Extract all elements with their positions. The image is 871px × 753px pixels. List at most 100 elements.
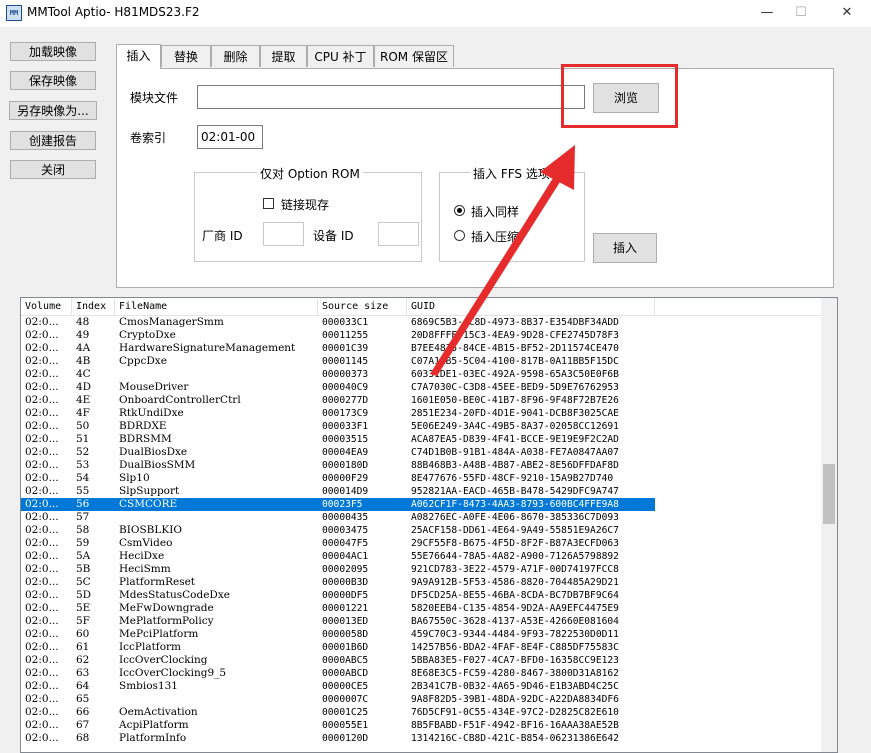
table-row[interactable]: 02:0... 57 00000435 A08276EC-A0FE-4E06-8670… — [21, 511, 821, 524]
table-row[interactable]: 02:0... 5E MeFwDowngrade 00001221 5820EEB4-C… — [21, 602, 821, 615]
table-row[interactable]: 02:0... 58 BIOSBLKIO 00003475 25ACF158-DD61-… — [21, 524, 821, 537]
index-cell: 64 — [76, 680, 90, 692]
table-row[interactable]: 02:0... 51 BDRSMM 00003515 ACA87EA5-D839-4F4… — [21, 433, 821, 446]
table-row[interactable]: 02:0... 62 IccOverClocking 0000ABC5 5BBA83E5… — [21, 654, 821, 667]
save-image-as-button[interactable]: 另存映像为... — [9, 101, 97, 120]
table-row[interactable]: 02:0... 4A HardwareSignatureManagement 0000… — [21, 342, 821, 355]
guid-cell: 76D5CF91-0C55-434E-97C2-D2825C82E610 — [411, 707, 619, 718]
scrollbar-thumb[interactable] — [823, 464, 835, 524]
tab-rom-hole[interactable]: ROM 保留区 — [374, 45, 454, 67]
table-row[interactable]: 02:0... 5F MePlatformPolicy 000013ED BA67550… — [21, 615, 821, 628]
insert-button[interactable]: 插入 — [593, 233, 657, 263]
source-size-cell: 00003515 — [322, 434, 369, 445]
volume-cell: 02:0... — [25, 342, 59, 354]
table-row[interactable]: 02:0... 4C 00000373 60331DE1-03EC-492A-9598… — [21, 368, 821, 381]
source-size-cell: 00001145 — [322, 356, 369, 367]
column-header-source-size[interactable]: Source size — [318, 298, 407, 315]
source-size-cell: 0000ABCD — [322, 668, 369, 679]
minimize-button[interactable]: — — [750, 2, 784, 24]
guid-cell: 8E68E3C5-FC59-4280-8467-3800D31A8162 — [411, 668, 619, 679]
insert-as-is-radio[interactable] — [454, 205, 465, 216]
table-row[interactable]: 02:0... 54 Slp10 00000F29 8E477676-55FD-48CF… — [21, 472, 821, 485]
module-table[interactable]: Volume Index FileName Source size GUID 0… — [20, 297, 838, 753]
link-existing-checkbox[interactable] — [263, 198, 274, 209]
vendor-id-input[interactable] — [263, 222, 304, 246]
table-row[interactable]: 02:0... 63 IccOverClocking9_5 0000ABCD 8E68E… — [21, 667, 821, 680]
tab-replace[interactable]: 替换 — [161, 45, 211, 67]
table-row[interactable]: 02:0... 52 DualBiosDxe 00004EA9 C74D1B0B-91B… — [21, 446, 821, 459]
column-header-guid[interactable]: GUID — [407, 298, 655, 315]
table-row[interactable]: 02:0... 53 DualBiosSMM 0000180D 88B468B3-A48… — [21, 459, 821, 472]
column-header-volume[interactable]: Volume — [21, 298, 72, 315]
load-image-button[interactable]: 加载映像 — [10, 42, 96, 61]
volume-index-input[interactable]: 02:01-00 — [197, 125, 263, 149]
table-row[interactable]: 02:0... 66 OemActivation 00001C25 76D5CF91-0… — [21, 706, 821, 719]
index-cell: 59 — [76, 537, 90, 549]
volume-cell: 02:0... — [25, 420, 59, 432]
table-row[interactable]: 02:0... 5C PlatformReset 00000B3D 9A9A912B-5… — [21, 576, 821, 589]
table-row[interactable]: 02:0... 4F RtkUndiDxe 000173C9 2851E234-20FD… — [21, 407, 821, 420]
volume-cell: 02:0... — [25, 407, 59, 419]
guid-cell: C7A7030C-C3D8-45EE-BED9-5D9E76762953 — [411, 382, 619, 393]
close-button[interactable]: 关闭 — [10, 160, 96, 179]
filename-cell — [115, 511, 318, 524]
table-row[interactable]: 02:0... 61 IccPlatform 00001B6D 14257B56-BDA… — [21, 641, 821, 654]
guid-cell: 14257B56-BDA2-4FAF-8E4F-C885DF75583C — [411, 642, 619, 653]
filename-cell: IccOverClocking9_5 — [119, 667, 227, 679]
guid-cell: 5E06E249-3A4C-49B5-8A37-02058CC12691 — [411, 421, 619, 432]
table-row[interactable]: 02:0... 55 SlpSupport 000014D9 952821AA-EACD… — [21, 485, 821, 498]
table-row[interactable]: 02:0... 4E OnboardControllerCtrl 0000277D 16… — [21, 394, 821, 407]
table-row[interactable]: 02:0... 60 MePciPlatform 0000058D 459C70C3-9… — [21, 628, 821, 641]
source-size-cell: 00001C39 — [322, 343, 369, 354]
insert-compressed-radio[interactable] — [454, 230, 465, 241]
vertical-scrollbar[interactable] — [821, 298, 837, 752]
index-cell: 4F — [76, 407, 90, 419]
table-row[interactable]: 02:0... 59 CsmVideo 000047F5 29CF55F8-B675-4… — [21, 537, 821, 550]
maximize-button[interactable]: ☐ — [784, 2, 818, 24]
table-row[interactable]: 02:0... 56 CSMCORE 00023F5 A062CF1F-8473-4AA… — [21, 498, 655, 511]
source-size-cell: 000173C9 — [322, 408, 369, 419]
table-row[interactable]: 02:0... 67 AcpiPlatform 000055E1 8B5FBABD-F5… — [21, 719, 821, 732]
table-row[interactable]: 02:0... 50 BDRDXE 000033F1 5E06E249-3A4C-49B… — [21, 420, 821, 433]
guid-cell: 1314216C-CB8D-421C-B854-06231386E642 — [411, 733, 619, 744]
source-size-cell: 000033C1 — [322, 317, 369, 328]
table-row[interactable]: 02:0... 48 CmosManagerSmm 000033C1 6869C5B3-… — [21, 316, 821, 329]
tab-insert[interactable]: 插入 — [116, 44, 161, 69]
table-row[interactable]: 02:0... 64 Smbios131 00000CE5 2B341C7B-0B32-… — [21, 680, 821, 693]
tab-delete[interactable]: 删除 — [211, 45, 260, 67]
volume-cell: 02:0... — [25, 589, 59, 601]
module-file-label: 模块文件 — [130, 91, 179, 105]
source-size-cell: 000013ED — [322, 616, 369, 627]
insert-panel: 模块文件 浏览 卷索引 02:01-00 仅对 Option ROM 链接现存 … — [116, 68, 834, 288]
option-rom-group — [194, 172, 422, 262]
tab-cpu-patch[interactable]: CPU 补丁 — [307, 45, 374, 67]
table-row[interactable]: 02:0... 4B CppcDxe 00001145 C07A1EB5-5C04-41… — [21, 355, 821, 368]
table-header: Volume Index FileName Source size GUID — [21, 298, 821, 316]
create-report-button[interactable]: 创建报告 — [10, 131, 96, 150]
table-row[interactable]: 02:0... 4D MouseDriver 000040C9 C7A7030C-C3D… — [21, 381, 821, 394]
guid-cell: C07A1EB5-5C04-4100-817B-0A11BB5F15DC — [411, 356, 619, 367]
filename-cell: OemActivation — [119, 706, 198, 718]
table-row[interactable]: 02:0... 65 0000007C 9A8F82D5-39B1-48DA-92DC… — [21, 693, 821, 706]
table-row[interactable]: 02:0... 5D MdesStatusCodeDxe 00000DF5 DF5CD2… — [21, 589, 821, 602]
browse-highlight-box — [561, 64, 678, 128]
volume-cell: 02:0... — [25, 537, 59, 549]
tab-extract[interactable]: 提取 — [260, 45, 307, 67]
table-row[interactable]: 02:0... 49 CryptoDxe 00011255 20D8FFFE-15C3-… — [21, 329, 821, 342]
source-size-cell: 00000435 — [322, 512, 369, 523]
filename-cell — [115, 693, 318, 706]
column-header-index[interactable]: Index — [72, 298, 115, 315]
link-existing-label: 链接现存 — [281, 198, 330, 212]
module-file-input[interactable] — [197, 85, 585, 109]
table-row[interactable]: 02:0... 5B HeciSmm 00002095 921CD783-3E22-45… — [21, 563, 821, 576]
save-image-button[interactable]: 保存映像 — [10, 71, 96, 90]
column-header-filename[interactable]: FileName — [115, 298, 318, 315]
volume-cell: 02:0... — [25, 641, 59, 653]
close-window-button[interactable]: ✕ — [830, 2, 864, 24]
table-row[interactable]: 02:0... 5A HeciDxe 00004AC1 55E76644-78A5-4A… — [21, 550, 821, 563]
filename-cell: BIOSBLKIO — [119, 524, 182, 536]
index-cell: 57 — [76, 511, 90, 523]
device-id-input[interactable] — [378, 222, 419, 246]
index-cell: 60 — [76, 628, 90, 640]
table-row[interactable]: 02:0... 68 PlatformInfo 0000120D 1314216C-CB… — [21, 732, 821, 745]
